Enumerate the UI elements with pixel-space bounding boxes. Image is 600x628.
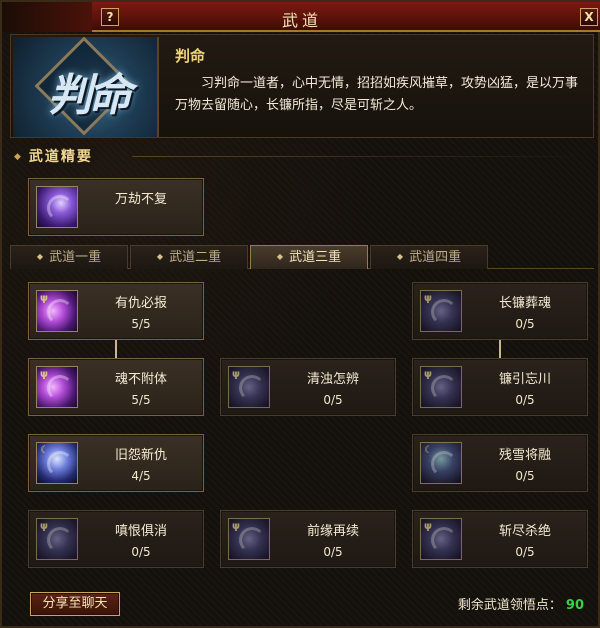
tab-diamond-icon: ◆ [276,252,284,261]
skill-name: 有仇必报 [114,296,167,311]
tab-label: 武道一重 [49,250,102,265]
tab-label: 武道二重 [169,250,222,265]
skill-icon: ☾ [420,442,462,484]
school-emblem: 判命 [13,37,159,137]
skill-slot[interactable]: ψ 魂不附体 5/5 [28,358,204,416]
skill-slot[interactable]: ψ 清浊怎辨 0/5 [220,358,396,416]
tab-tier-1[interactable]: ◆ 武道一重 [10,245,128,269]
skill-name: 斩尽杀绝 [498,524,551,539]
skill-slot[interactable]: ψ 斩尽杀绝 0/5 [412,510,588,568]
tab-diamond-icon: ◆ [396,252,404,261]
skill-icon: ψ [420,366,462,408]
skill-icon: ψ [36,290,78,332]
skill-connector [115,340,117,358]
skill-level: 0/5 [515,393,535,407]
close-button[interactable]: X [580,8,598,26]
skill-slot[interactable]: ψ 前缘再续 0/5 [220,510,396,568]
title-bar[interactable]: ? 武道 X [2,2,600,32]
points-value: 90 [565,598,584,613]
skill-level: 0/5 [515,317,535,331]
skill-slot[interactable]: ☾ 残雪将融 0/5 [412,434,588,492]
skill-header: 判命 判命 习判命一道者，心中无情，招招如疾风摧草，攻势凶猛，是以万事万物去留随… [10,34,594,138]
skill-name: 残雪将融 [498,448,551,463]
tab-diamond-icon: ◆ [156,252,164,261]
skill-name: 旧怨新仇 [114,448,167,463]
wudao-window: ? 武道 X 判命 判命 习判命一道者，心中无情，招招如疾风摧草，攻势凶猛，是以… [0,0,600,628]
essential-skill[interactable]: 万劫不复 [28,178,204,236]
section-divider [132,156,592,157]
skill-icon: ψ [420,518,462,560]
tab-label: 武道三重 [289,250,342,265]
tab-diamond-icon: ◆ [36,252,44,261]
tab-tier-2[interactable]: ◆ 武道二重 [130,245,248,269]
skill-connector [499,340,501,358]
emblem-calligraphy: 判命 [48,70,132,121]
tab-tier-4[interactable]: ◆ 武道四重 [370,245,488,269]
skill-slot[interactable]: ψ 长镰葬魂 0/5 [412,282,588,340]
skill-name: 清浊怎辨 [306,372,359,387]
essentials-heading: 武道精要 [14,146,93,166]
skill-icon: ψ [36,518,78,560]
skill-name: 嗔恨俱消 [114,524,167,539]
tab-tier-3[interactable]: ◆ 武道三重 [250,245,368,269]
skill-icon: ψ [228,366,270,408]
skill-level: 5/5 [131,393,151,407]
skill-icon: ψ [420,290,462,332]
skill-level: 4/5 [131,469,151,483]
skill-slot[interactable]: ψ 镰引忘川 0/5 [412,358,588,416]
skill-level: 5/5 [131,317,151,331]
school-name: 判命 [175,47,206,65]
tab-label: 武道四重 [409,250,462,265]
skill-level: 0/5 [515,469,535,483]
skill-name: 魂不附体 [114,372,167,387]
essential-skill-name: 万劫不复 [114,192,167,207]
skill-icon: ψ [36,366,78,408]
tier-tabs: ◆ 武道一重 ◆ 武道二重 ◆ 武道三重 ◆ 武道四重 [10,245,594,269]
skill-name: 长镰葬魂 [498,296,551,311]
skill-name: 前缘再续 [306,524,359,539]
skill-level: 0/5 [323,545,343,559]
skill-level: 0/5 [515,545,535,559]
skill-icon: ψ [228,518,270,560]
skill-name: 镰引忘川 [498,372,551,387]
points-label: 剩余武道领悟点： [457,598,562,613]
skill-slot[interactable]: ψ 有仇必报 5/5 [28,282,204,340]
skill-level: 0/5 [131,545,151,559]
share-to-chat-button[interactable]: 分享至聊天 [30,592,120,616]
window-title: 武道 [281,11,322,30]
skill-level: 0/5 [323,393,343,407]
purple-swirl-icon [36,186,78,228]
skill-icon: ☾ [36,442,78,484]
skill-slot[interactable]: ☾ 旧怨新仇 4/5 [28,434,204,492]
remaining-points: 剩余武道领悟点： 90 [458,594,584,613]
skill-slot[interactable]: ψ 嗔恨俱消 0/5 [28,510,204,568]
school-description: 习判命一道者，心中无情，招招如疾风摧草，攻势凶猛，是以万事万物去留随心，长镰所指… [175,76,579,113]
